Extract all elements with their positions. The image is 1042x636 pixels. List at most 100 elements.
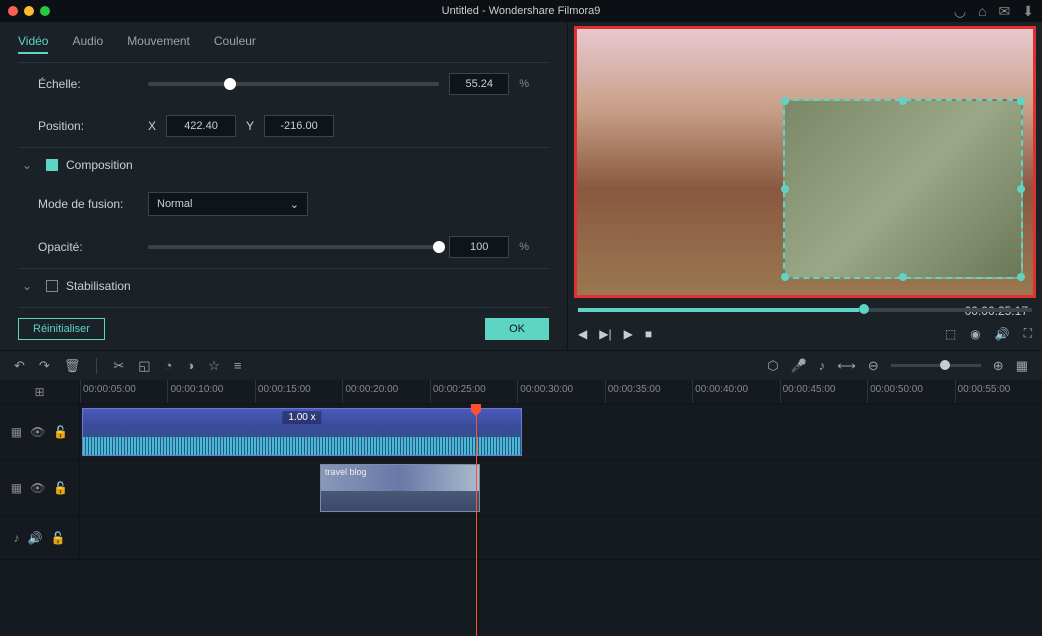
time-tick: 00:00:30:00	[517, 380, 604, 403]
next-frame-button[interactable]: ▶|	[599, 327, 611, 341]
clip-speed[interactable]: 1.00 x	[282, 411, 321, 424]
audio-track-icon: ♪	[14, 531, 20, 545]
properties-panel: Vidéo Audio Mouvement Couleur Échelle: 5…	[0, 22, 568, 350]
opacity-input[interactable]: 100	[449, 236, 509, 258]
time-tick: 00:00:05:00	[80, 380, 167, 403]
mail-icon[interactable]: ✉	[999, 3, 1011, 20]
settings-icon[interactable]: ≡	[234, 358, 242, 373]
visibility-icon[interactable]: 👁	[30, 481, 45, 495]
stop-button[interactable]: ■	[645, 327, 652, 341]
resize-handle[interactable]	[781, 97, 789, 105]
crop-icon[interactable]: ◱	[138, 358, 150, 374]
display-icon[interactable]: ⬚	[945, 327, 956, 341]
pip-overlay[interactable]	[783, 99, 1023, 279]
video-clip-2[interactable]: travel blog	[320, 464, 480, 512]
speed-icon[interactable]: ◔	[165, 358, 173, 373]
percent-symbol: %	[519, 241, 529, 253]
music-icon[interactable]: ♪	[819, 358, 826, 373]
prev-frame-button[interactable]: ◀	[578, 327, 587, 341]
preview-viewport[interactable]	[574, 26, 1036, 298]
minimize-window[interactable]	[24, 6, 34, 16]
stabilization-label: Stabilisation	[66, 279, 131, 293]
time-ruler[interactable]: 00:00:05:0000:00:10:0000:00:15:0000:00:2…	[80, 380, 1042, 403]
video-clip-1[interactable]: 1.00 x	[82, 408, 522, 456]
volume-icon[interactable]: 🔊	[995, 327, 1010, 341]
time-tick: 00:00:50:00	[867, 380, 954, 403]
time-tick: 00:00:25:00	[430, 380, 517, 403]
resize-handle[interactable]	[781, 273, 789, 281]
resize-handle[interactable]	[899, 97, 907, 105]
zoom-out-icon[interactable]: ⊖	[868, 358, 879, 374]
delete-icon[interactable]: 🗑	[64, 358, 81, 374]
time-tick: 00:00:40:00	[692, 380, 779, 403]
window-controls	[8, 6, 50, 16]
blend-label: Mode de fusion:	[38, 197, 138, 211]
clip-label: travel blog	[325, 467, 367, 477]
ok-button[interactable]: OK	[485, 318, 549, 340]
close-window[interactable]	[8, 6, 18, 16]
zoom-in-icon[interactable]: ⊕	[993, 358, 1004, 374]
chevron-down-icon[interactable]: ⌄	[22, 279, 38, 293]
preview-panel: 00:00:25:17 ◀ ▶| ▶ ■ ⬚ ◉ 🔊 ⛶	[568, 22, 1042, 350]
playhead[interactable]	[476, 404, 477, 636]
lock-icon[interactable]: 🔓	[53, 425, 68, 439]
resize-handle[interactable]	[899, 273, 907, 281]
maximize-window[interactable]	[40, 6, 50, 16]
help-icon[interactable]: ⬇	[1022, 3, 1034, 20]
tab-audio[interactable]: Audio	[72, 30, 103, 54]
resize-handle[interactable]	[781, 185, 789, 193]
add-track-button[interactable]: ⊞	[0, 380, 80, 403]
y-label: Y	[246, 119, 254, 133]
scale-input[interactable]: 55.24	[449, 73, 509, 95]
video-track-2-header: ▦ 👁 🔓	[0, 460, 80, 515]
percent-symbol: %	[519, 78, 529, 90]
lock-icon[interactable]: 🔓	[51, 531, 66, 545]
redo-icon[interactable]: ↷	[39, 358, 50, 374]
fullscreen-icon[interactable]: ⛶	[1024, 326, 1032, 341]
grid-icon[interactable]: ▦	[1016, 358, 1028, 374]
position-label: Position:	[38, 119, 138, 133]
fit-icon[interactable]: ⟷	[837, 358, 856, 374]
lock-icon[interactable]: 🔓	[53, 481, 68, 495]
x-label: X	[148, 119, 156, 133]
reset-button[interactable]: Réinitialiser	[18, 318, 105, 340]
tab-color[interactable]: Couleur	[214, 30, 256, 54]
play-button[interactable]: ▶	[624, 327, 633, 341]
time-tick: 00:00:35:00	[605, 380, 692, 403]
time-tick: 00:00:55:00	[955, 380, 1042, 403]
color-icon[interactable]: ◑	[186, 358, 194, 373]
time-tick: 00:00:20:00	[342, 380, 429, 403]
blend-mode-select[interactable]: Normal ⌄	[148, 192, 308, 216]
preview-scrubber[interactable]	[578, 308, 1032, 312]
resize-handle[interactable]	[1017, 185, 1025, 193]
cut-icon[interactable]: ✂	[113, 358, 124, 374]
tab-video[interactable]: Vidéo	[18, 30, 48, 54]
position-y-input[interactable]: -216.00	[264, 115, 334, 137]
timeline-toolbar: ↶ ↷ 🗑 ✂ ◱ ◔ ◑ ☆ ≡ ⬡ 🎤 ♪ ⟷ ⊖ ⊕ ▦	[0, 350, 1042, 380]
opacity-label: Opacité:	[38, 240, 138, 254]
resize-handle[interactable]	[1017, 273, 1025, 281]
video-track-icon: ▦	[11, 481, 22, 495]
time-tick: 00:00:15:00	[255, 380, 342, 403]
opacity-slider[interactable]	[148, 245, 439, 249]
position-x-input[interactable]: 422.40	[166, 115, 236, 137]
mic-icon[interactable]: 🎤	[791, 358, 807, 374]
visibility-icon[interactable]: 👁	[30, 425, 45, 439]
effects-icon[interactable]: ☆	[208, 358, 220, 374]
tab-motion[interactable]: Mouvement	[127, 30, 190, 54]
user-icon[interactable]: ◡	[954, 3, 966, 20]
chevron-down-icon[interactable]: ⌄	[22, 158, 38, 172]
resize-handle[interactable]	[1017, 97, 1025, 105]
chevron-down-icon: ⌄	[290, 198, 299, 211]
cart-icon[interactable]: ⌂	[978, 3, 986, 20]
stabilization-checkbox[interactable]	[46, 280, 58, 292]
marker-icon[interactable]: ⬡	[767, 358, 778, 374]
mute-icon[interactable]: 🔊	[28, 531, 43, 545]
zoom-slider[interactable]	[891, 364, 981, 367]
composition-checkbox[interactable]	[46, 159, 58, 171]
snapshot-icon[interactable]: ◉	[970, 327, 980, 341]
scale-slider[interactable]	[148, 82, 439, 86]
audio-track-header: ♪ 🔊 🔓	[0, 516, 80, 559]
video-track-icon: ▦	[11, 425, 22, 439]
undo-icon[interactable]: ↶	[14, 358, 25, 374]
